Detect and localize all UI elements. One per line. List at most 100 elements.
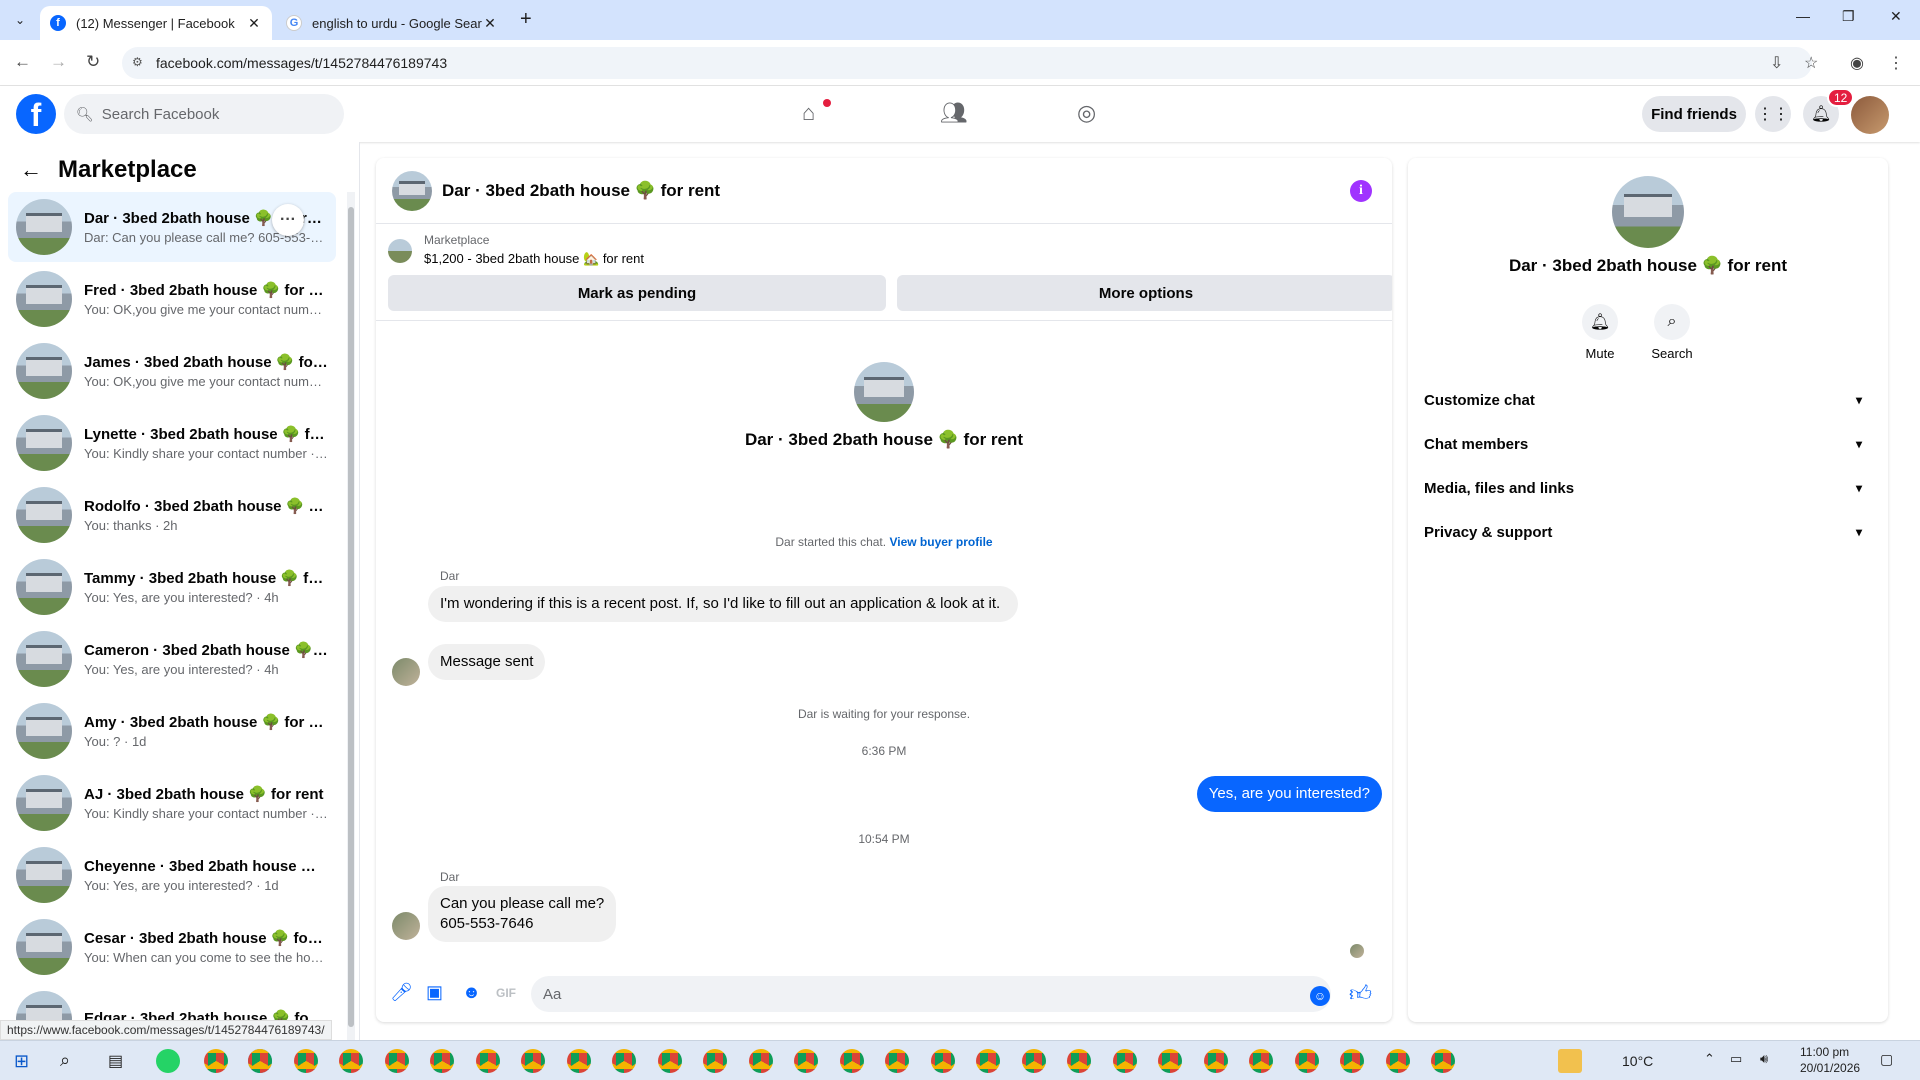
install-app-icon[interactable]: ⇩ — [1770, 53, 1783, 73]
emoji-icon[interactable]: ☺ — [1310, 986, 1330, 1006]
thumbs-up-icon[interactable]: 👍︎ — [1349, 980, 1372, 1007]
chrome-taskbar-icon[interactable] — [839, 1049, 864, 1073]
chrome-taskbar-icon[interactable] — [339, 1049, 363, 1073]
chrome-taskbar-icon[interactable] — [1249, 1049, 1273, 1073]
chrome-taskbar-icon[interactable] — [976, 1049, 1000, 1073]
incoming-message[interactable]: Message sent — [428, 644, 546, 680]
message-input[interactable]: Aa — [531, 976, 1331, 1012]
listing-summary[interactable]: $1,200 - 3bed 2bath house 🏡 for rent — [424, 251, 644, 267]
bookmark-star-icon[interactable]: ☆ — [1804, 53, 1818, 73]
menu-grid-icon[interactable]: ⋮⋮ — [1755, 96, 1791, 132]
chrome-taskbar-icon[interactable] — [885, 1049, 909, 1073]
whatsapp-icon[interactable] — [156, 1049, 180, 1073]
sticker-icon[interactable]: ☻ — [462, 982, 481, 1003]
groups-icon[interactable]: ◎ — [1077, 100, 1096, 126]
conversation-item[interactable]: Cesar · 3bed 2bath house 🌳 for rent You: … — [8, 912, 336, 982]
find-friends-button[interactable]: Find friends — [1642, 96, 1746, 132]
conversation-item[interactable]: Lynette · 3bed 2bath house 🌳 for rent You… — [8, 408, 336, 478]
chrome-taskbar-icon[interactable] — [1203, 1049, 1228, 1073]
profile-icon[interactable]: ◉ — [1850, 53, 1864, 73]
back-arrow-icon[interactable]: ← — [20, 157, 42, 183]
outgoing-message[interactable]: Yes, are you interested? — [1196, 776, 1382, 812]
restore-icon[interactable]: ❐ — [1842, 8, 1855, 25]
file-explorer-icon[interactable] — [1558, 1049, 1582, 1073]
conversation-item[interactable]: James · 3bed 2bath house 🌳 for rent You: … — [8, 336, 336, 406]
chrome-taskbar-icon[interactable] — [748, 1049, 773, 1073]
windows-start-icon[interactable]: ⊞ — [14, 1051, 29, 1072]
chat-members-section[interactable]: Chat members ▾ — [1424, 422, 1872, 466]
facebook-logo-icon[interactable]: f — [16, 94, 56, 134]
tab-list-chevron-icon[interactable]: ⌄ — [8, 8, 32, 32]
chrome-taskbar-icon[interactable] — [566, 1049, 591, 1073]
reload-icon[interactable]: ↻ — [86, 52, 100, 72]
clock-time[interactable]: 11:00 pm — [1800, 1045, 1849, 1059]
chrome-taskbar-icon[interactable] — [248, 1049, 272, 1073]
conversation-item[interactable]: Cameron · 3bed 2bath house 🌳 for rent You… — [8, 624, 336, 694]
sidebar-scroll-thumb[interactable] — [348, 207, 354, 1027]
more-options-button[interactable]: More options — [897, 275, 1392, 311]
attach-photo-icon[interactable]: ▣ — [426, 982, 443, 1003]
new-tab-icon[interactable]: + — [520, 8, 532, 31]
forward-icon[interactable]: → — [50, 52, 67, 72]
privacy-support-section[interactable]: Privacy & support ▾ — [1424, 510, 1872, 554]
chrome-taskbar-icon[interactable] — [1431, 1049, 1455, 1073]
system-tray-chevron-icon[interactable]: ⌃ — [1704, 1051, 1715, 1067]
tab-google-search[interactable]: G english to urdu - Google Search ✕ — [276, 6, 508, 40]
info-icon[interactable]: i — [1350, 180, 1372, 202]
home-icon[interactable]: ⌂ — [802, 100, 815, 126]
chrome-taskbar-icon[interactable] — [384, 1049, 409, 1073]
conversation-item[interactable]: AJ · 3bed 2bath house 🌳 for rent You: Kin… — [8, 768, 336, 838]
conversation-more-icon[interactable]: ··· — [272, 204, 304, 236]
media-files-links-section[interactable]: Media, files and links ▾ — [1424, 466, 1872, 510]
search-action[interactable]: ⌕ Search — [1642, 304, 1702, 361]
tab-messenger[interactable]: f (12) Messenger | Facebook ✕ — [40, 6, 272, 40]
chrome-taskbar-icon[interactable] — [1158, 1049, 1182, 1073]
chrome-taskbar-icon[interactable] — [293, 1049, 318, 1073]
taskbar-search-icon[interactable]: ⌕ — [60, 1050, 70, 1071]
chrome-taskbar-icon[interactable] — [1294, 1049, 1319, 1073]
chrome-taskbar-icon[interactable] — [204, 1049, 228, 1073]
volume-icon[interactable]: 🔊︎ — [1760, 1051, 1768, 1067]
chrome-taskbar-icon[interactable] — [1067, 1049, 1091, 1073]
chrome-taskbar-icon[interactable] — [521, 1049, 545, 1073]
conversation-item[interactable]: Fred · 3bed 2bath house 🌳 for rent You: O… — [8, 264, 336, 334]
info-avatar[interactable] — [1612, 176, 1684, 248]
browser-menu-icon[interactable]: ⋮ — [1888, 53, 1904, 73]
site-info-icon[interactable]: ⚙ — [132, 55, 148, 71]
network-icon[interactable]: ▭ — [1730, 1051, 1742, 1067]
close-tab-icon[interactable]: ✕ — [482, 15, 498, 32]
url-input[interactable]: ⚙ facebook.com/messages/t/14527844761897… — [122, 47, 1812, 79]
search-facebook-input[interactable]: 🔍︎ Search Facebook — [64, 94, 344, 134]
gif-icon[interactable]: GIF — [496, 986, 516, 1000]
customize-chat-section[interactable]: Customize chat ▾ — [1424, 378, 1872, 422]
conversation-item[interactable]: Cheyenne · 3bed 2bath house 🌳 for rent Yo… — [8, 840, 336, 910]
incoming-message[interactable]: I'm wondering if this is a recent post. … — [428, 586, 1018, 622]
account-avatar[interactable] — [1851, 96, 1889, 134]
chrome-taskbar-icon[interactable] — [475, 1049, 500, 1073]
notification-center-icon[interactable]: ▢ — [1880, 1051, 1893, 1068]
chrome-taskbar-icon[interactable] — [703, 1049, 727, 1073]
back-icon[interactable]: ← — [14, 52, 31, 72]
incoming-message[interactable]: Can you please call me? 605-553-7646 — [428, 886, 617, 942]
chat-avatar[interactable] — [392, 170, 432, 211]
chrome-taskbar-icon[interactable] — [657, 1049, 682, 1073]
listing-thumbnail[interactable] — [388, 239, 412, 263]
close-window-icon[interactable]: ✕ — [1890, 8, 1902, 25]
chrome-taskbar-icon[interactable] — [430, 1049, 454, 1073]
chrome-taskbar-icon[interactable] — [794, 1049, 818, 1073]
chrome-taskbar-icon[interactable] — [930, 1049, 955, 1073]
microphone-icon[interactable]: 🎤︎ — [390, 982, 413, 1003]
sender-avatar[interactable] — [392, 912, 420, 940]
minimize-icon[interactable]: — — [1796, 8, 1810, 24]
chrome-taskbar-icon[interactable] — [612, 1049, 636, 1073]
task-view-icon[interactable]: ▤ — [108, 1051, 123, 1071]
friends-icon[interactable]: 👥︎ — [940, 100, 968, 126]
chrome-taskbar-icon[interactable] — [1112, 1049, 1137, 1073]
conversation-item[interactable]: Rodolfo · 3bed 2bath house 🌳 for rent You… — [8, 480, 336, 550]
chat-title[interactable]: Dar · 3bed 2bath house 🌳 for rent — [442, 181, 720, 201]
weather-temp[interactable]: 10°C — [1622, 1053, 1653, 1069]
sender-avatar[interactable] — [392, 658, 420, 686]
conversation-item[interactable]: Tammy · 3bed 2bath house 🌳 for rent You: … — [8, 552, 336, 622]
mute-action[interactable]: 🔔︎ Mute — [1570, 304, 1630, 361]
chrome-taskbar-icon[interactable] — [1340, 1049, 1364, 1073]
